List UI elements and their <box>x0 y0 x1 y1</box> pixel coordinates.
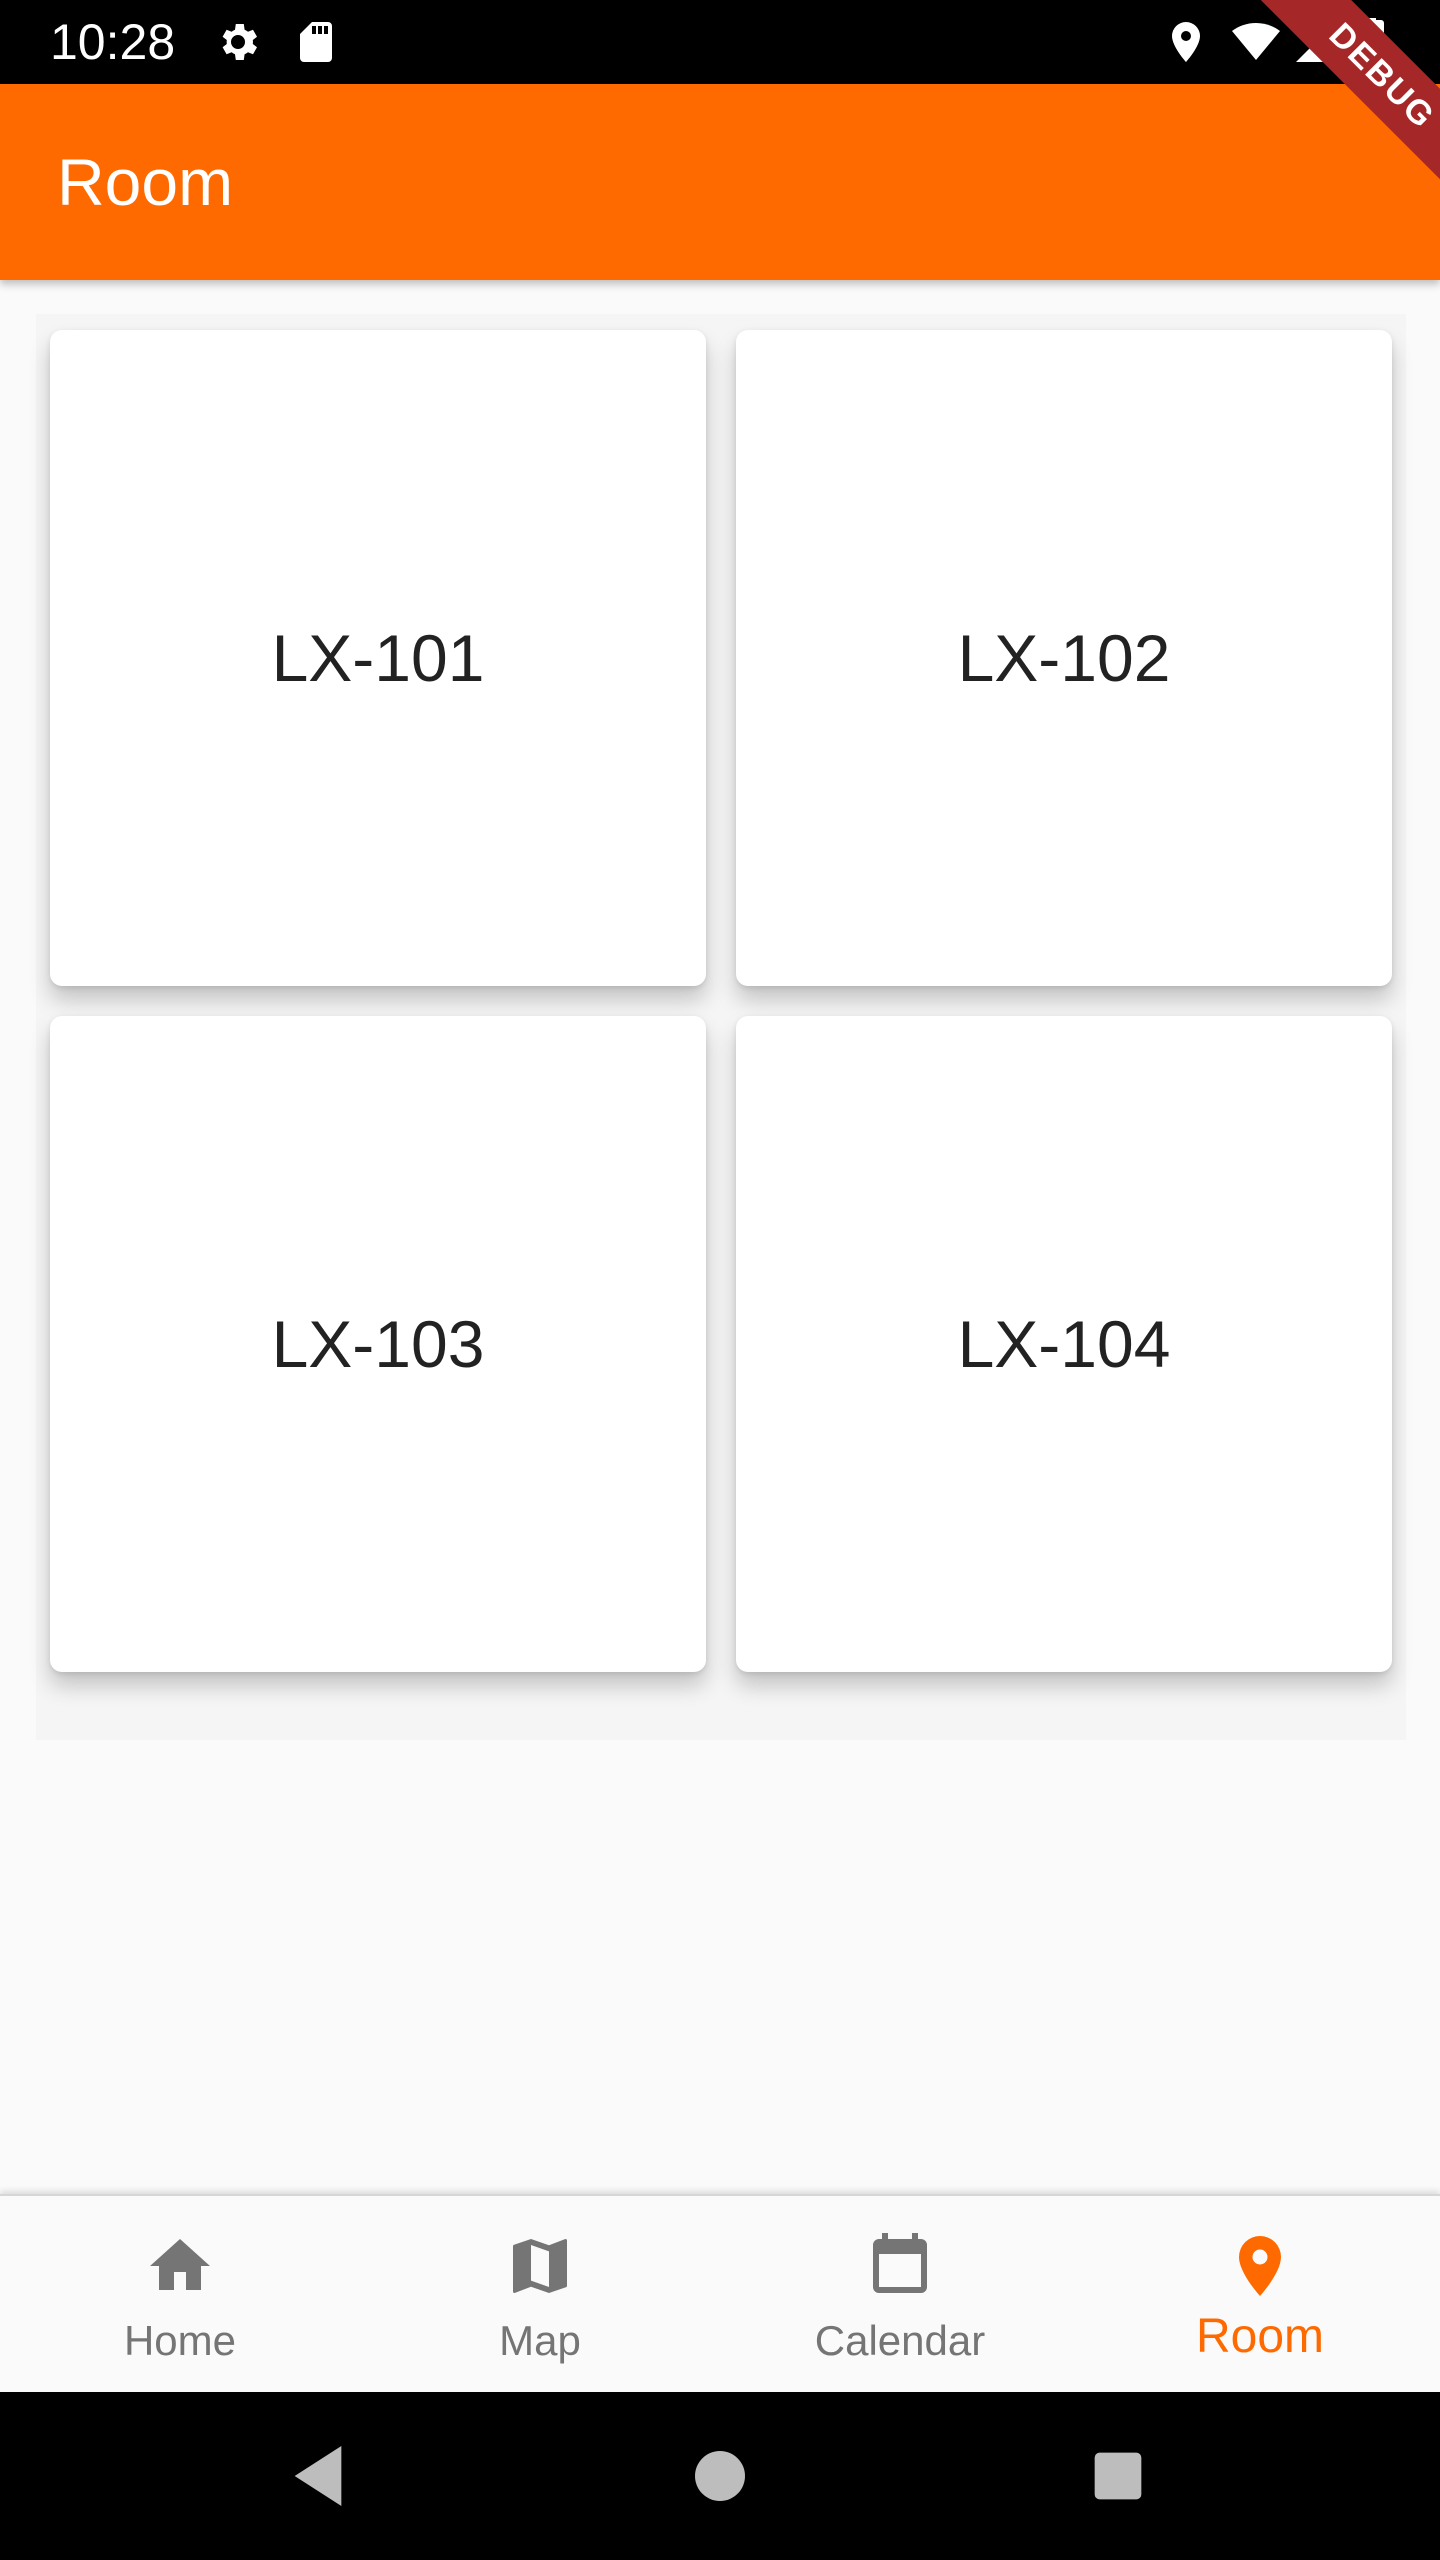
location-icon <box>1162 18 1210 66</box>
page-title: Room <box>57 145 234 219</box>
status-time: 10:28 <box>50 14 176 70</box>
nav-label: Room <box>1195 2310 1325 2363</box>
room-card-lx-104[interactable]: LX-104 <box>736 1016 1392 1672</box>
system-navigation-bar <box>0 2392 1440 2560</box>
nav-item-calendar[interactable]: Calendar <box>720 2196 1080 2394</box>
recents-icon[interactable] <box>1078 2436 1158 2516</box>
room-label: LX-101 <box>271 621 485 695</box>
map-icon <box>504 2226 576 2306</box>
nav-item-room[interactable]: Room <box>1080 2196 1440 2394</box>
app-bar: Room <box>0 84 1440 280</box>
location-pin-icon <box>1224 2226 1296 2306</box>
nav-label: Calendar <box>814 2317 986 2364</box>
bottom-navigation: Home Map Calendar Room <box>0 2194 1440 2394</box>
settings-gear-icon <box>214 18 262 66</box>
nav-item-home[interactable]: Home <box>0 2196 360 2394</box>
room-label: LX-102 <box>957 621 1171 695</box>
room-card-lx-101[interactable]: LX-101 <box>50 330 706 986</box>
battery-icon <box>1352 18 1392 66</box>
home-icon <box>144 2226 216 2306</box>
nav-item-map[interactable]: Map <box>360 2196 720 2394</box>
room-label: LX-103 <box>271 1307 485 1381</box>
nav-label: Home <box>123 2317 237 2364</box>
signal-icon <box>1292 18 1340 66</box>
status-bar: 10:28 <box>0 0 1440 84</box>
back-icon[interactable] <box>278 2436 358 2516</box>
sd-card-icon <box>292 18 340 66</box>
room-card-lx-103[interactable]: LX-103 <box>50 1016 706 1672</box>
calendar-icon <box>864 2226 936 2306</box>
nav-label: Map <box>499 2317 581 2364</box>
room-label: LX-104 <box>957 1307 1171 1381</box>
home-circle-icon[interactable] <box>680 2436 760 2516</box>
wifi-icon <box>1228 18 1284 66</box>
room-card-lx-102[interactable]: LX-102 <box>736 330 1392 986</box>
